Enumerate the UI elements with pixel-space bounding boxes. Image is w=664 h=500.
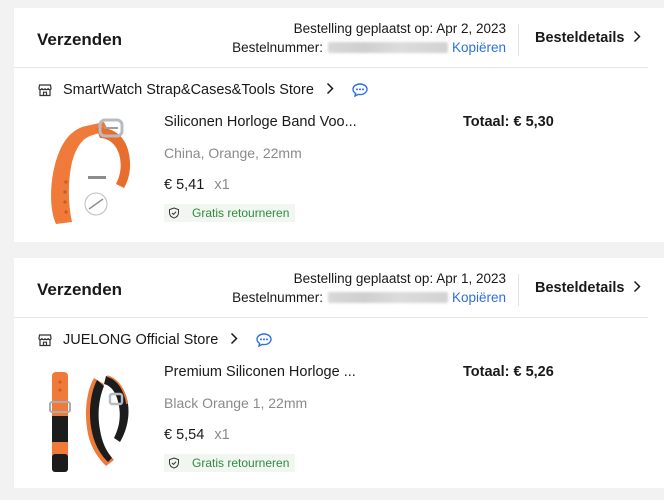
order-card: Verzenden Bestelling geplaatst op: Apr 2… (14, 8, 664, 242)
order-number-label: Bestelnummer: (232, 290, 323, 305)
order-number-label: Bestelnummer: (232, 40, 323, 55)
free-return-label: Gratis retourneren (192, 456, 290, 470)
order-date: Bestelling geplaatst op: Apr 1, 2023 (293, 271, 506, 286)
chevron-right-icon[interactable] (326, 82, 334, 98)
product-price: € 5,41 (164, 177, 205, 193)
order-details-label: Besteldetails (535, 30, 625, 46)
store-icon (38, 334, 52, 347)
product-variant: China, Orange, 22mm (164, 145, 302, 161)
free-return-label: Gratis retourneren (192, 206, 290, 220)
divider (518, 274, 519, 306)
free-return-badge: Gratis retourneren (164, 454, 296, 472)
product-title[interactable]: Premium Siliconen Horloge ... (164, 364, 356, 380)
copy-order-number-button[interactable]: Kopiëren (452, 40, 506, 55)
free-return-badge: Gratis retourneren (164, 204, 296, 222)
product-image[interactable] (44, 112, 132, 230)
store-name[interactable]: JUELONG Official Store (63, 332, 218, 348)
product-price: € 5,54 (164, 427, 205, 443)
store-name[interactable]: SmartWatch Strap&Cases&Tools Store (63, 82, 314, 98)
order-number-redacted (327, 292, 448, 303)
chat-bubble-icon[interactable] (256, 333, 272, 347)
order-number-redacted (327, 42, 448, 53)
order-card: Verzenden Bestelling geplaatst op: Apr 1… (14, 258, 664, 488)
chevron-right-icon[interactable] (230, 332, 238, 348)
store-row[interactable]: JUELONG Official Store (38, 330, 272, 350)
order-details-link[interactable]: Besteldetails (535, 280, 642, 296)
order-details-link[interactable]: Besteldetails (535, 30, 642, 46)
store-row[interactable]: SmartWatch Strap&Cases&Tools Store (38, 80, 368, 100)
shield-check-icon (169, 457, 179, 469)
product-image[interactable] (44, 362, 132, 480)
divider (518, 24, 519, 56)
chat-bubble-icon[interactable] (352, 83, 368, 97)
chevron-right-icon (633, 280, 642, 296)
shield-check-icon (169, 207, 179, 219)
product-title[interactable]: Siliconen Horloge Band Voo... (164, 114, 357, 130)
order-header: Verzenden Bestelling geplaatst op: Apr 2… (14, 8, 664, 68)
order-total: Totaal: € 5,26 (463, 364, 554, 380)
order-total: Totaal: € 5,30 (463, 114, 554, 130)
order-status: Verzenden (37, 30, 123, 49)
price-row: € 5,54 x1 (164, 427, 230, 443)
divider (14, 317, 648, 318)
order-date: Bestelling geplaatst op: Apr 2, 2023 (293, 21, 506, 36)
order-details-label: Besteldetails (535, 280, 625, 296)
product-quantity: x1 (214, 177, 230, 193)
copy-order-number-button[interactable]: Kopiëren (452, 290, 506, 305)
divider (14, 67, 648, 68)
order-header: Verzenden Bestelling geplaatst op: Apr 1… (14, 258, 664, 318)
order-number-row: Bestelnummer: Kopiëren (232, 40, 506, 55)
product-variant: Black Orange 1, 22mm (164, 395, 308, 411)
price-row: € 5,41 x1 (164, 177, 230, 193)
chevron-right-icon (633, 30, 642, 46)
product-quantity: x1 (214, 427, 230, 443)
order-status: Verzenden (37, 280, 123, 299)
order-number-row: Bestelnummer: Kopiëren (232, 290, 506, 305)
store-icon (38, 84, 52, 97)
